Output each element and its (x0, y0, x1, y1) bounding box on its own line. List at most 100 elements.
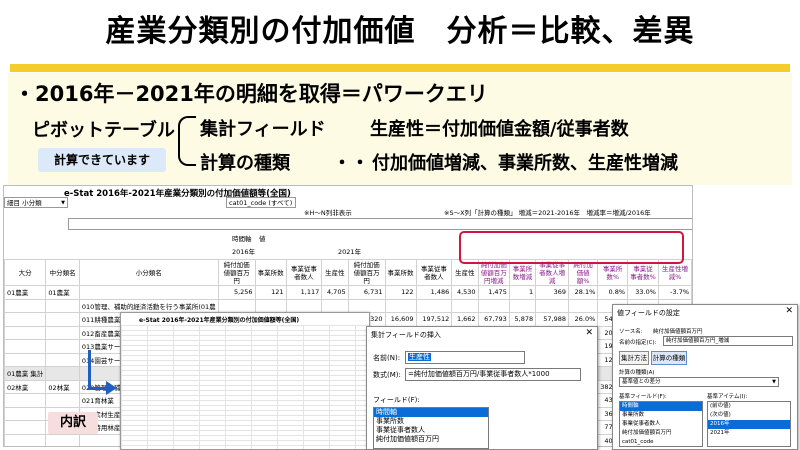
value-cell[interactable]: 197,512 (415, 312, 453, 327)
row-label-cell[interactable] (4, 433, 47, 446)
value-cell[interactable] (477, 298, 510, 313)
tab-summarize-by[interactable]: 集計方法 (619, 351, 649, 365)
detail-sheet-window[interactable]: e-Stat 2016年-2021年産業分類別の付加価値額等(全国) (120, 312, 370, 450)
list-item[interactable]: 事業従事者数人 (374, 426, 488, 435)
column-header-1[interactable]: 事業所数 (254, 259, 287, 286)
row-label-cell[interactable] (45, 312, 80, 327)
row-label-cell[interactable] (4, 298, 47, 313)
row-label-cell[interactable] (4, 406, 47, 421)
formula-input[interactable]: =純付加価値額百万円/事業従事者数人*1000 (405, 368, 581, 381)
value-cell[interactable]: 57,988 (535, 312, 570, 327)
row-label-cell[interactable] (45, 298, 80, 313)
value-cell[interactable] (217, 298, 256, 313)
side-header-0[interactable]: 大分 (4, 259, 47, 286)
row-label-cell[interactable] (4, 352, 47, 367)
row-label-cell[interactable]: 02林業 (45, 379, 80, 394)
value-cell[interactable] (347, 298, 386, 313)
value-cell[interactable]: 5,256 (217, 285, 256, 300)
column-header-4[interactable]: 純付加価値額百万円 (347, 259, 386, 286)
row-label-cell[interactable] (4, 312, 47, 327)
list-item[interactable]: cat01_code (620, 438, 702, 446)
column-header-0[interactable]: 純付加価値額百万円 (217, 259, 256, 286)
value-cell[interactable]: 67,793 (477, 312, 510, 327)
value-field-settings-dialog[interactable]: 値フィールドの設定 ✕ ソース名: 純付加価値額百万円 名前の指定(C): 純付… (612, 304, 798, 450)
custom-name-input[interactable]: 純付加価値額百万円_増減 (663, 336, 793, 346)
base-item-listbox[interactable]: (前の値) (次の値) 2016年 2021年 (707, 401, 791, 447)
value-cell[interactable] (254, 298, 287, 313)
value-cell[interactable]: 28.1% (568, 285, 599, 300)
row-label-cell[interactable] (4, 325, 47, 340)
list-item[interactable]: 時間軸 (620, 402, 702, 411)
value-cell[interactable]: 4,705 (321, 285, 349, 300)
value-cell[interactable]: 121 (254, 285, 287, 300)
value-cell[interactable]: 6,731 (347, 285, 386, 300)
time-axis-header[interactable]: 時間軸 (232, 233, 252, 243)
value-cell[interactable]: 122 (384, 285, 417, 300)
row-label-cell[interactable] (78, 285, 219, 300)
table-row[interactable]: 01農業 01農業 5,256 121 1,117 4,705 6,731 122 1,486 4… (4, 285, 692, 300)
value-cell[interactable]: 369 (535, 285, 570, 300)
value-cell[interactable]: 1,475 (477, 285, 510, 300)
row-label-cell[interactable] (45, 352, 80, 367)
row-label-cell[interactable] (45, 339, 80, 354)
value-cell[interactable]: 1,662 (451, 312, 479, 327)
list-item[interactable]: (次の値) (708, 411, 790, 420)
value-cell[interactable]: -3.7% (657, 285, 692, 300)
insert-calculated-field-dialog[interactable]: 集計フィールドの挿入 ✕ 名前(N): 生産性 数式(M): =純付加価値額百万… (366, 326, 598, 450)
detail-sheet-grid[interactable] (121, 325, 369, 449)
base-field-listbox[interactable]: 時間軸事業所数事業従事者数人純付加価値額百万円cat01_code細目 (619, 401, 703, 447)
close-icon[interactable]: ✕ (785, 306, 793, 316)
row-label-cell[interactable]: 01農業 集計 (4, 366, 47, 381)
column-header-3[interactable]: 生産性 (321, 259, 349, 286)
list-item[interactable]: 2016年 (708, 420, 790, 429)
list-item[interactable]: 純付加価値額百万円 (620, 429, 702, 438)
value-cell[interactable] (568, 298, 599, 313)
list-item[interactable]: (前の値) (708, 402, 790, 411)
row-label-cell[interactable]: 010管理、補助的経済活動を行う事業所(01農 (78, 298, 219, 313)
filter-dropdown[interactable]: cat01_code (すべて) (226, 197, 296, 208)
value-cell[interactable] (508, 298, 537, 313)
chevron-down-icon[interactable]: ▼ (61, 198, 65, 208)
row-label-cell[interactable] (45, 433, 80, 446)
calc-type-select[interactable]: 基準値との差分 ▼ (619, 377, 779, 387)
tab-show-values-as[interactable]: 計算の種類 (651, 351, 687, 365)
value-cell[interactable] (321, 298, 349, 313)
chevron-down-icon[interactable]: ▼ (772, 378, 776, 386)
row-label-cell[interactable] (4, 339, 47, 354)
value-cell[interactable]: 4,530 (451, 285, 479, 300)
value-cell[interactable]: 33.0% (627, 285, 659, 300)
value-cell[interactable] (451, 298, 479, 313)
list-item[interactable]: 2021年 (708, 429, 790, 438)
row-label-cell[interactable]: 02林業 (4, 379, 47, 394)
value-cell[interactable]: 1,486 (415, 285, 453, 300)
value-cell[interactable]: 16,609 (384, 312, 417, 327)
fields-listbox[interactable]: 時間軸 事業所数 事業従事者数人 純付加価値額百万円 (373, 407, 489, 449)
row-label-cell[interactable]: 01農業 (4, 285, 47, 300)
side-header-1[interactable]: 中分類名 (45, 259, 80, 286)
list-item[interactable]: 事業所数 (620, 411, 702, 420)
table-row[interactable]: 010管理、補助的経済活動を行う事業所(01農 (4, 298, 692, 313)
name-box[interactable]: 細目 小分類 ▼ (4, 197, 68, 208)
close-icon[interactable]: ✕ (585, 328, 593, 338)
row-label-cell[interactable] (45, 325, 80, 340)
row-label-cell[interactable] (45, 366, 80, 381)
value-cell[interactable] (535, 298, 570, 313)
row-label-cell[interactable] (4, 420, 47, 435)
column-header-2[interactable]: 事業従事者数人 (285, 259, 323, 286)
value-cell[interactable]: 5,878 (508, 312, 537, 327)
column-header-5[interactable]: 事業所数 (384, 259, 417, 286)
field-name-input[interactable]: 生産性 (405, 351, 525, 364)
row-label-cell[interactable] (4, 393, 47, 408)
value-cell[interactable]: 0.8% (597, 285, 629, 300)
formula-bar[interactable] (68, 218, 692, 230)
value-cell[interactable] (285, 298, 323, 313)
value-cell[interactable]: 1 (508, 285, 537, 300)
list-item[interactable]: 事業従事者数人 (620, 420, 702, 429)
side-header-2[interactable]: 小分類名 (78, 259, 219, 286)
row-label-cell[interactable] (45, 393, 80, 408)
value-cell[interactable]: 1,117 (285, 285, 323, 300)
list-item[interactable]: 事業所数 (374, 417, 488, 426)
column-header-6[interactable]: 事業従事者数人 (415, 259, 453, 286)
row-label-cell[interactable]: 01農業 (45, 285, 80, 300)
value-cell[interactable]: 26.0% (568, 312, 599, 327)
